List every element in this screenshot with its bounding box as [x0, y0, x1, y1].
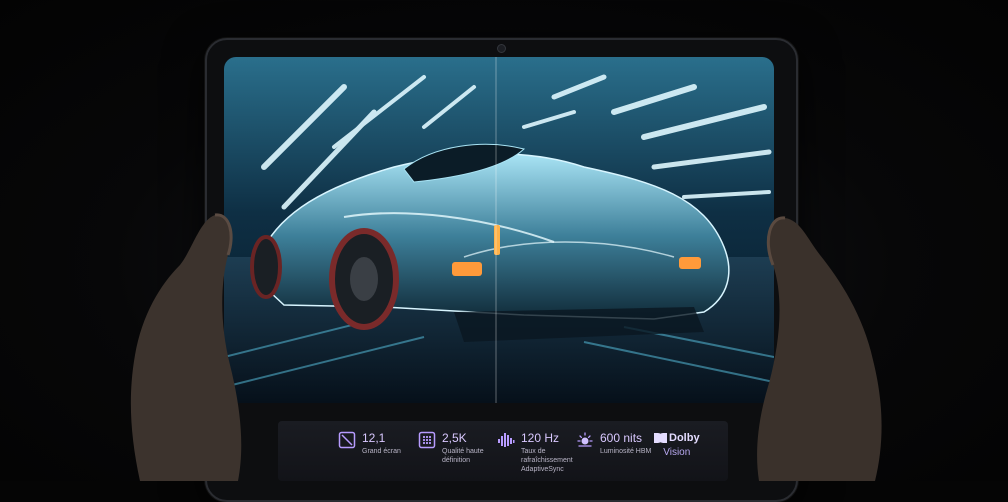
right-hand — [757, 216, 882, 481]
spec-value: 120 Hz — [521, 431, 560, 445]
spec-value: 600 nits — [600, 431, 643, 445]
spec-resolution: 2,5K Qualité haute définition — [418, 431, 500, 465]
specs-bar: 12,1 Grand écran 2,5K Qualité haute défi… — [278, 421, 728, 481]
spec-value: 2,5K — [442, 431, 467, 445]
front-camera — [497, 44, 506, 53]
resolution-grid-icon — [418, 431, 436, 449]
spec-refresh-rate: 120 Hz Taux de rafraîchissement Adaptive… — [497, 431, 583, 474]
spec-dolby-vision: Dolby Vision — [654, 431, 700, 460]
spec-label: Grand écran — [362, 448, 401, 455]
spec-brightness: 600 nits Luminosité HBM — [576, 431, 651, 456]
dolby-icon — [654, 433, 667, 443]
tablet-screen — [224, 57, 774, 403]
spec-label: Qualité haute définition — [442, 448, 484, 464]
dolby-vision-label: Vision — [663, 447, 691, 458]
race-car-scene — [224, 57, 774, 403]
spec-label: Taux de rafraîchissement AdaptiveSync — [521, 448, 573, 473]
dolby-wordmark: Dolby — [669, 432, 700, 444]
spec-value: 12,1 — [362, 431, 386, 445]
screen-size-icon — [338, 431, 356, 449]
spec-label: Luminosité HBM — [600, 448, 652, 455]
brightness-sun-icon — [577, 432, 593, 447]
left-hand — [130, 213, 242, 481]
spec-screen-size: 12,1 Grand écran — [338, 431, 401, 456]
product-hero: 12,1 Grand écran 2,5K Qualité haute défi… — [0, 0, 1008, 502]
refresh-wave-icon — [498, 433, 515, 447]
